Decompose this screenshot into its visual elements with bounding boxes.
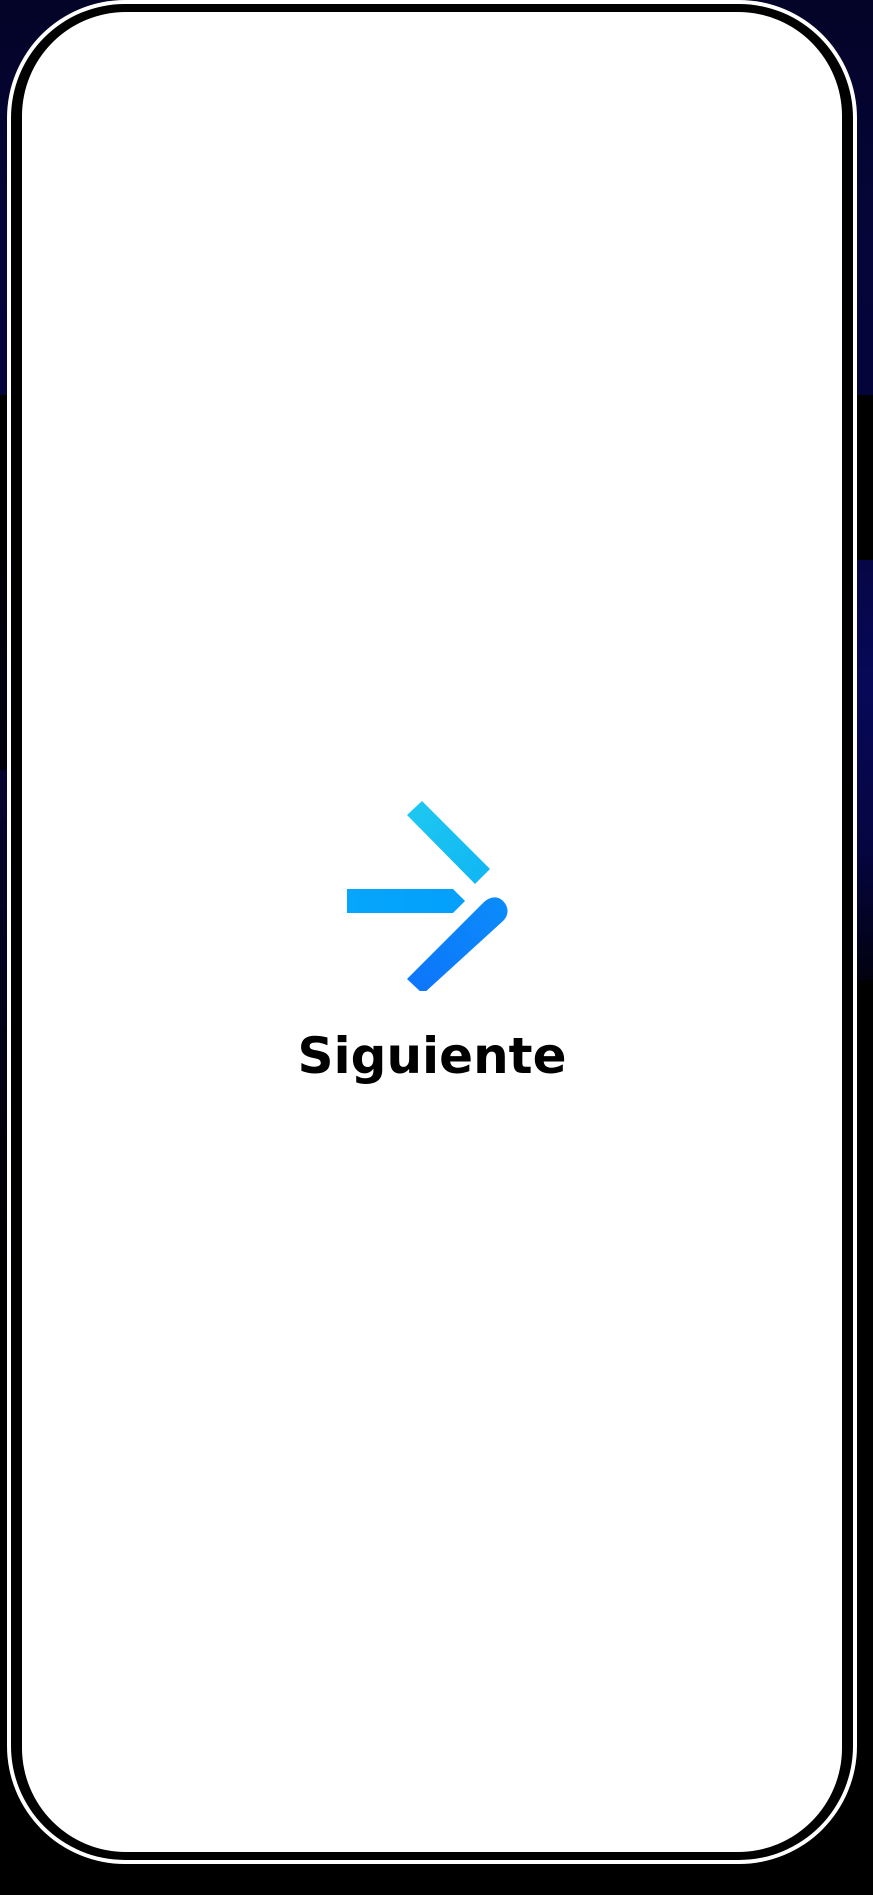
brand-name: Siguiente: [297, 1027, 567, 1085]
phone-screen: Siguiente: [22, 12, 842, 1852]
arrow-right-chevron-icon: [347, 801, 508, 991]
logo-middle-stroke: [347, 889, 465, 913]
splash-screen: Siguiente: [22, 12, 842, 1852]
logo-upper-stroke: [407, 801, 490, 884]
